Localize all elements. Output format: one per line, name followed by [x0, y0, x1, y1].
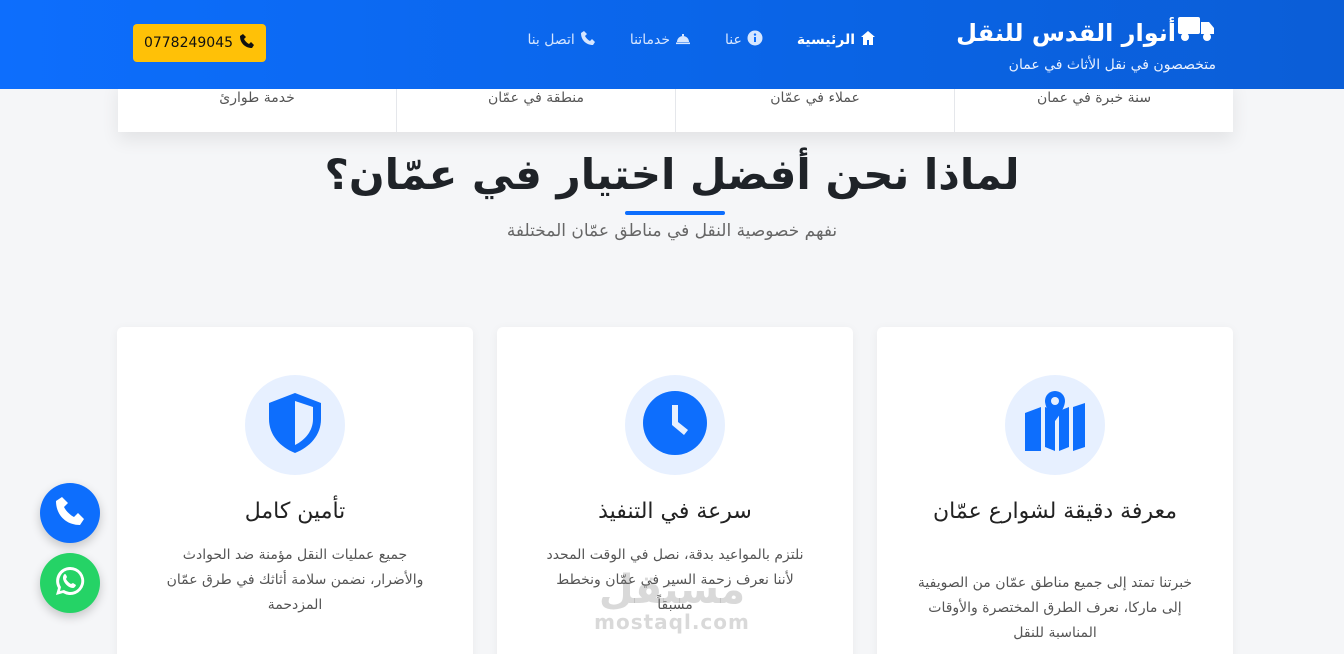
brand-subtitle: متخصصون في نقل الأثاث في عمان — [1008, 57, 1216, 73]
main-nav: الرئيسية عنا خدماتنا اتصل بنا — [527, 30, 876, 50]
phone-number: 0778249045 — [143, 35, 234, 51]
clock-icon — [643, 391, 707, 459]
card-title: معرفة دقيقة لشوارع عمّان — [933, 499, 1177, 524]
nav-services-label: خدماتنا — [629, 32, 670, 48]
brand-title: أنوار القدس للنقل — [956, 18, 1176, 47]
phone-icon — [54, 495, 86, 531]
watermark: مستقل mostaql.com — [594, 567, 750, 634]
nav-contact-label: اتصل بنا — [527, 32, 575, 48]
card-text: خبرتنا تمتد إلى جميع مناطق عمّان من الصو… — [917, 575, 1193, 641]
truck-icon — [1178, 14, 1216, 51]
card-text: جميع عمليات النقل مؤمنة ضد الحوادث والأض… — [166, 547, 424, 613]
section-subtitle: نفهم خصوصية النقل في مناطق عمّان المختلف… — [506, 221, 838, 241]
nav-contact[interactable]: اتصل بنا — [527, 30, 595, 50]
phone-button[interactable]: 0778249045 — [133, 24, 266, 62]
brand[interactable]: أنوار القدس للنقل متخصصون في نقل الأثاث … — [916, 14, 1216, 73]
info-icon — [747, 30, 763, 50]
nav-home[interactable]: الرئيسية — [797, 30, 876, 50]
map-location-icon — [1023, 391, 1087, 459]
card-title: تأمين كامل — [244, 499, 346, 524]
feature-card: معرفة دقيقة لشوارع عمّان خبرتنا تمتد إلى… — [877, 327, 1233, 654]
nav-about[interactable]: عنا — [725, 30, 763, 50]
site-header: أنوار القدس للنقل متخصصون في نقل الأثاث … — [0, 0, 1344, 89]
section-title: لماذا نحن أفضل اختيار في عمّان؟ — [324, 150, 1020, 199]
phone-icon — [239, 33, 255, 53]
title-underline — [625, 211, 725, 215]
nav-services[interactable]: خدماتنا — [630, 30, 691, 50]
nav-about-label: عنا — [724, 32, 742, 48]
nav-home-label: الرئيسية — [796, 32, 855, 48]
phone-icon — [580, 30, 596, 50]
card-title: سرعة في التنفيذ — [598, 499, 752, 524]
whatsapp-icon — [54, 565, 86, 601]
call-fab-button[interactable] — [40, 483, 100, 543]
whatsapp-fab-button[interactable] — [40, 553, 100, 613]
feature-card: تأمين كامل جميع عمليات النقل مؤمنة ضد ال… — [117, 327, 473, 654]
service-bell-icon — [675, 30, 691, 50]
shield-icon — [263, 391, 327, 459]
home-icon — [860, 30, 876, 50]
